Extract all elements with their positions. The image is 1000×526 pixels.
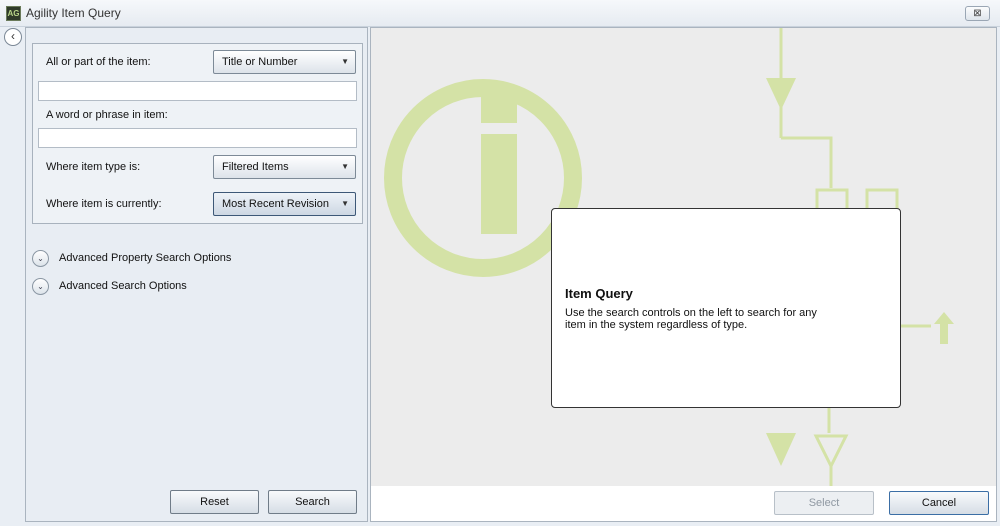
item-status-select[interactable]: Most Recent Revision ▼	[213, 192, 356, 216]
info-description: Use the search controls on the left to s…	[565, 307, 817, 331]
advanced-property-search-label: Advanced Property Search Options	[59, 252, 232, 264]
app-logo-icon: AG	[6, 6, 21, 21]
item-label: All or part of the item:	[46, 56, 151, 68]
chevron-down-icon: ▼	[341, 162, 349, 171]
item-status-value: Most Recent Revision	[222, 198, 329, 210]
select-button[interactable]: Select	[774, 491, 874, 515]
expand-icon: ⌄	[32, 278, 49, 295]
search-panel: All or part of the item: Title or Number…	[25, 27, 368, 522]
item-search-input[interactable]	[38, 81, 357, 101]
cancel-button[interactable]: Cancel	[889, 491, 989, 515]
reset-button[interactable]: Reset	[170, 490, 259, 514]
info-card: Item Query Use the search controls on th…	[551, 208, 901, 408]
search-button[interactable]: Search	[268, 490, 357, 514]
advanced-search-label: Advanced Search Options	[59, 280, 187, 292]
search-criteria-group: All or part of the item: Title or Number…	[32, 43, 363, 224]
phrase-search-input[interactable]	[38, 128, 357, 148]
window-title: Agility Item Query	[26, 6, 121, 20]
dialog-footer: Select Cancel	[371, 486, 996, 521]
chevron-down-icon: ▼	[341, 199, 349, 208]
item-status-label: Where item is currently:	[46, 198, 162, 210]
item-scope-value: Title or Number	[222, 56, 298, 68]
close-button[interactable]: ⊠	[965, 6, 990, 21]
item-type-select[interactable]: Filtered Items ▼	[213, 155, 356, 179]
results-panel: Item Query Use the search controls on th…	[370, 27, 997, 522]
item-type-label: Where item type is:	[46, 161, 141, 173]
expand-icon: ⌄	[32, 250, 49, 267]
item-scope-select[interactable]: Title or Number ▼	[213, 50, 356, 74]
title-bar: AG Agility Item Query ⊠	[0, 0, 1000, 27]
collapse-panel-button[interactable]: ‹	[4, 28, 22, 46]
info-title: Item Query	[565, 286, 633, 301]
chevron-down-icon: ▼	[341, 57, 349, 66]
item-type-value: Filtered Items	[222, 161, 289, 173]
phrase-label: A word or phrase in item:	[46, 109, 168, 121]
